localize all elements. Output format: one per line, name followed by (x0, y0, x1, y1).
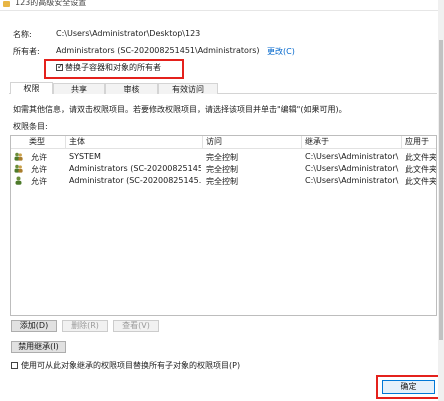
row-type: 允许 (31, 153, 47, 162)
folder-icon (3, 1, 10, 7)
replace-owner-label: 替换子容器和对象的所有者 (65, 63, 161, 72)
scrollbar-thumb[interactable] (439, 40, 443, 340)
user-group-icon (14, 152, 23, 161)
column-access[interactable]: 访问 (203, 136, 302, 149)
tab-effective-access[interactable]: 有效访问 (158, 83, 218, 94)
tab-permissions[interactable]: 权限 (10, 82, 53, 94)
change-owner-link[interactable]: 更改(C) (267, 46, 295, 57)
table-row[interactable]: 允许 SYSTEM 完全控制 C:\Users\Administrator\ 此… (11, 151, 437, 162)
add-button[interactable]: 添加(D) (11, 320, 57, 332)
ok-button[interactable]: 确定 (382, 380, 435, 394)
row-inherited: C:\Users\Administrator\ (305, 152, 399, 161)
row-access: 完全控制 (206, 177, 238, 186)
row-principal: Administrator (SC-20200825145... (69, 176, 201, 185)
replace-owner-checkbox[interactable] (56, 62, 64, 71)
table-row[interactable]: 允许 Administrator (SC-20200825145... 完全控制… (11, 175, 437, 186)
tab-sharing[interactable]: 共享 (53, 83, 105, 94)
row-inherited: C:\Users\Administrator\ (305, 164, 399, 173)
row-principal: SYSTEM (69, 152, 101, 161)
view-button[interactable]: 查看(V) (113, 320, 159, 332)
row-applies: 此文件夹、子 (405, 165, 437, 174)
column-principal[interactable]: 主体 (66, 136, 203, 149)
row-type: 允许 (31, 165, 47, 174)
column-applies-to[interactable]: 应用于 (402, 136, 436, 149)
row-applies: 此文件夹、子 (405, 177, 437, 186)
owner-label: 所有者: (13, 47, 40, 56)
column-inherited-from[interactable]: 继承于 (302, 136, 402, 149)
row-applies: 此文件夹、子 (405, 153, 437, 162)
row-access: 完全控制 (206, 153, 238, 162)
owner-value: Administrators (SC-202008251451\Administ… (56, 46, 260, 55)
entries-label: 权限条目: (13, 122, 48, 131)
row-principal: Administrators (SC-20200825145... (69, 164, 201, 173)
replace-child-permissions-label: 使用可从此对象继承的权限项目替换所有子对象的权限项目(P) (21, 361, 241, 370)
column-type[interactable]: 类型 (11, 136, 66, 149)
row-access: 完全控制 (206, 165, 238, 174)
name-value: C:\Users\Administrator\Desktop\123 (56, 29, 201, 38)
window-title: 123的高级安全设置 (15, 0, 87, 7)
row-type: 允许 (31, 177, 47, 186)
remove-button[interactable]: 删除(R) (62, 320, 108, 332)
table-row[interactable]: 允许 Administrators (SC-20200825145... 完全控… (11, 163, 437, 174)
title-bar: 123的高级安全设置 (0, 0, 444, 11)
hint-text: 如需其他信息，请双击权限项目。若要修改权限项目，请选择该项目并单击"编辑"(如果… (13, 105, 347, 114)
disable-inheritance-button[interactable]: 禁用继承(I) (11, 341, 66, 353)
user-icon (15, 176, 22, 185)
name-label: 名称: (13, 30, 32, 39)
row-inherited: C:\Users\Administrator\ (305, 176, 399, 185)
tab-auditing[interactable]: 审核 (105, 83, 158, 94)
user-group-icon (14, 164, 23, 173)
permission-entries-list[interactable]: 类型 主体 访问 继承于 应用于 允许 SYSTEM 完全控制 C:\Users… (10, 135, 437, 316)
replace-child-permissions-checkbox[interactable] (11, 362, 18, 369)
